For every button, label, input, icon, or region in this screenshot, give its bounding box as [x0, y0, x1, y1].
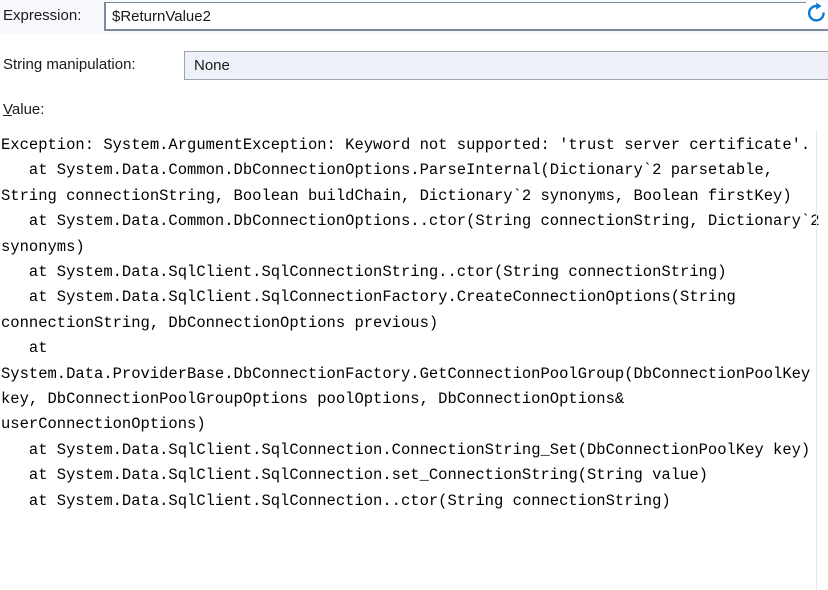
expression-label: Expression:: [3, 7, 82, 24]
expression-row: Expression:: [0, 0, 828, 33]
string-manipulation-selected-value: None: [194, 57, 230, 74]
expression-input[interactable]: [104, 2, 828, 31]
value-output-pane[interactable]: Exception: System.ArgumentException: Key…: [0, 130, 828, 590]
value-output-text: Exception: System.ArgumentException: Key…: [1, 136, 820, 510]
expression-evaluator-panel: Expression: String manipulation: None Va…: [0, 0, 828, 590]
string-manipulation-label: String manipulation:: [3, 56, 136, 73]
value-label-accelerator: V: [3, 101, 12, 118]
string-manipulation-dropdown[interactable]: None: [184, 51, 828, 80]
refresh-icon[interactable]: [806, 2, 828, 28]
value-label-text: alue:: [11, 101, 45, 118]
value-pane-right-divider: [816, 130, 817, 590]
value-label: Value:: [3, 100, 44, 120]
